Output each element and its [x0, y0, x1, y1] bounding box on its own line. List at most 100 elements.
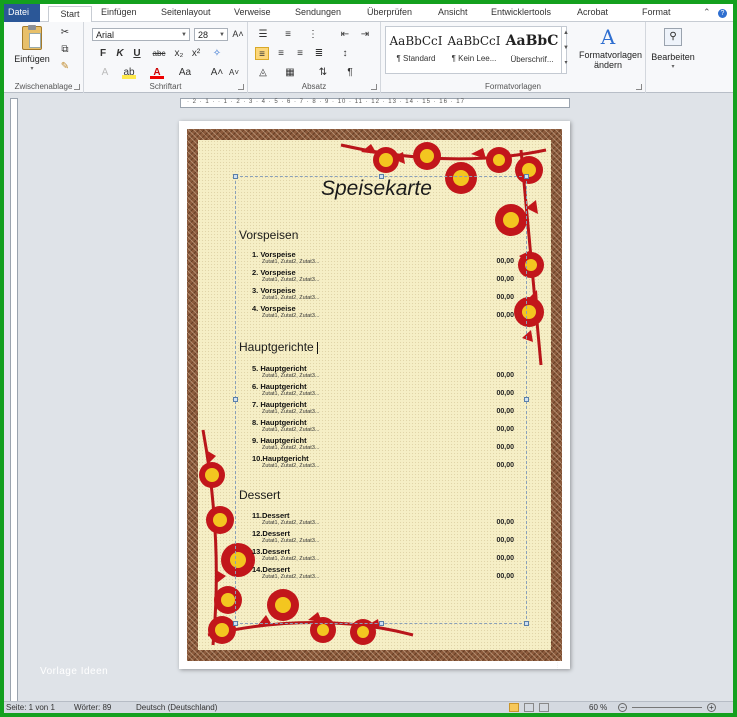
resize-handle[interactable]: [524, 621, 529, 626]
editing-button[interactable]: ⚲ Bearbeiten ▾: [648, 28, 698, 72]
change-styles-button[interactable]: A Formatvorlagen ändern: [573, 26, 643, 70]
chevron-down-icon: ▼: [181, 32, 187, 38]
web-layout-icon[interactable]: [539, 703, 549, 712]
bullets-icon[interactable]: ☰: [256, 28, 270, 41]
copy-icon[interactable]: ⧉: [58, 43, 72, 56]
chevron-down-icon: ▼: [219, 32, 225, 38]
show-marks-icon[interactable]: ¶: [343, 66, 357, 79]
superscript-icon[interactable]: x²: [189, 47, 203, 60]
word-count[interactable]: Wörter: 89: [74, 703, 111, 712]
menu-item: 4. Vorspeise Zutat1, Zutat2, Zutat3... 0…: [252, 304, 514, 322]
sort-icon[interactable]: ⇅: [316, 66, 330, 79]
text-effects-icon[interactable]: A: [98, 66, 112, 79]
shading-icon[interactable]: ◬: [256, 66, 270, 79]
print-layout-icon[interactable]: [509, 703, 519, 712]
page-count[interactable]: Seite: 1 von 1: [6, 703, 55, 712]
style-sample: AaBbCcI: [447, 34, 501, 48]
tab-format[interactable]: Format: [642, 7, 671, 17]
align-center-icon[interactable]: ≡: [274, 47, 288, 60]
grow-font-icon-2[interactable]: A˄: [210, 66, 224, 79]
borders-icon[interactable]: ▦: [283, 66, 297, 79]
tab-acrobat[interactable]: Acrobat: [577, 7, 608, 17]
change-case-icon[interactable]: Aa: [176, 66, 194, 79]
subscript-icon[interactable]: x₂: [172, 47, 186, 60]
tab-page-layout[interactable]: Seitenlayout: [161, 7, 211, 17]
document-page[interactable]: · · · · · · · · · · · · · · · · · · · · …: [179, 121, 570, 670]
tab-file[interactable]: Datei: [4, 4, 40, 22]
tab-review[interactable]: Überprüfen: [367, 7, 412, 17]
justify-icon[interactable]: ≣: [312, 47, 326, 60]
item-name: 9. Hauptgericht: [252, 436, 307, 445]
tab-mailings[interactable]: Sendungen: [295, 7, 341, 17]
font-color-icon[interactable]: A: [150, 66, 164, 79]
zoom-slider[interactable]: [632, 707, 702, 708]
style-heading[interactable]: AaBbC Überschrif...: [503, 28, 561, 72]
item-ingredients: Zutat1, Zutat2, Zutat3...: [262, 409, 320, 415]
item-price: 00,00: [496, 408, 514, 415]
paragraph-dialog-launcher[interactable]: [371, 84, 377, 90]
item-name: 11.Dessert: [252, 511, 290, 520]
line-spacing-icon[interactable]: ↕: [338, 47, 352, 60]
bold-icon[interactable]: F: [96, 47, 110, 60]
side-credit-decoration: · · · · · · · · · · · · · · · · · · · ·: [555, 634, 559, 670]
increase-indent-icon[interactable]: ⇥: [358, 28, 372, 41]
grow-font-icon[interactable]: A˄: [231, 28, 245, 41]
style-standard[interactable]: AaBbCcI ¶ Standard: [387, 28, 445, 72]
resize-handle[interactable]: [233, 621, 238, 626]
resize-handle[interactable]: [233, 397, 238, 402]
full-screen-icon[interactable]: [524, 703, 534, 712]
flower: [199, 462, 225, 488]
paste-button[interactable]: Einfügen ▾: [14, 25, 50, 74]
font-dialog-launcher[interactable]: [238, 84, 244, 90]
menu-item: 5. Hauptgericht Zutat1, Zutat2, Zutat3..…: [252, 364, 514, 382]
tab-view[interactable]: Ansicht: [438, 7, 468, 17]
help-icon[interactable]: ?: [718, 9, 727, 18]
vertical-ruler[interactable]: [10, 98, 18, 706]
style-name: ¶ Kein Lee...: [451, 54, 497, 63]
language-indicator[interactable]: Deutsch (Deutschland): [136, 703, 217, 712]
item-name: 6. Hauptgericht: [252, 382, 307, 391]
font-name-field[interactable]: Arial ▼: [92, 28, 190, 41]
zoom-out-icon[interactable]: −: [618, 703, 627, 712]
underline-icon[interactable]: U: [130, 47, 144, 60]
styles-dialog-launcher[interactable]: [636, 84, 642, 90]
item-ingredients: Zutat1, Zutat2, Zutat3...: [262, 427, 320, 433]
multilevel-list-icon[interactable]: ⋮: [306, 28, 320, 41]
strikethrough-icon[interactable]: abc: [150, 47, 168, 60]
item-ingredients: Zutat1, Zutat2, Zutat3...: [262, 313, 320, 319]
item-ingredients: Zutat1, Zutat2, Zutat3...: [262, 373, 320, 379]
styles-scroll[interactable]: ▲ ▼ ▾: [561, 26, 570, 74]
clear-format-icon[interactable]: ✧: [210, 47, 224, 60]
minimize-ribbon-icon[interactable]: ⌃: [703, 7, 711, 17]
tab-developer[interactable]: Entwicklertools: [491, 7, 551, 17]
format-painter-icon[interactable]: ✎: [58, 60, 72, 73]
clipboard-dialog-launcher[interactable]: [74, 84, 80, 90]
flower: [206, 506, 234, 534]
item-name: 4. Vorspeise: [252, 304, 296, 313]
menu-item: 6. Hauptgericht Zutat1, Zutat2, Zutat3..…: [252, 382, 514, 400]
shrink-font-icon[interactable]: A˅: [227, 66, 241, 79]
horizontal-ruler[interactable]: · 2 · 1 · · 1 · 2 · 3 · 4 · 5 · 6 · 7 · …: [180, 98, 570, 108]
status-bar: Seite: 1 von 1 Wörter: 89 Deutsch (Deuts…: [4, 701, 733, 713]
resize-handle[interactable]: [233, 174, 238, 179]
highlight-icon[interactable]: ab: [122, 66, 136, 79]
style-sample: AaBbCcI: [389, 34, 443, 48]
resize-handle[interactable]: [524, 174, 529, 179]
paste-label: Einfügen: [14, 54, 50, 64]
tab-insert[interactable]: Einfügen: [101, 7, 137, 17]
menu-item: 10.Hauptgericht Zutat1, Zutat2, Zutat3..…: [252, 454, 514, 472]
italic-icon[interactable]: K: [113, 47, 127, 60]
decrease-indent-icon[interactable]: ⇤: [338, 28, 352, 41]
tab-references[interactable]: Verweise: [234, 7, 271, 17]
resize-handle[interactable]: [379, 621, 384, 626]
font-size-field[interactable]: 28 ▼: [194, 28, 228, 41]
numbering-icon[interactable]: ≡: [281, 28, 295, 41]
tab-start[interactable]: Start: [48, 6, 92, 23]
align-left-icon[interactable]: ≡: [255, 47, 269, 60]
zoom-level[interactable]: 60 %: [589, 703, 607, 712]
align-right-icon[interactable]: ≡: [293, 47, 307, 60]
style-no-spacing[interactable]: AaBbCcI ¶ Kein Lee...: [445, 28, 503, 72]
zoom-in-icon[interactable]: +: [707, 703, 716, 712]
cut-icon[interactable]: ✂: [58, 26, 72, 39]
resize-handle[interactable]: [524, 397, 529, 402]
